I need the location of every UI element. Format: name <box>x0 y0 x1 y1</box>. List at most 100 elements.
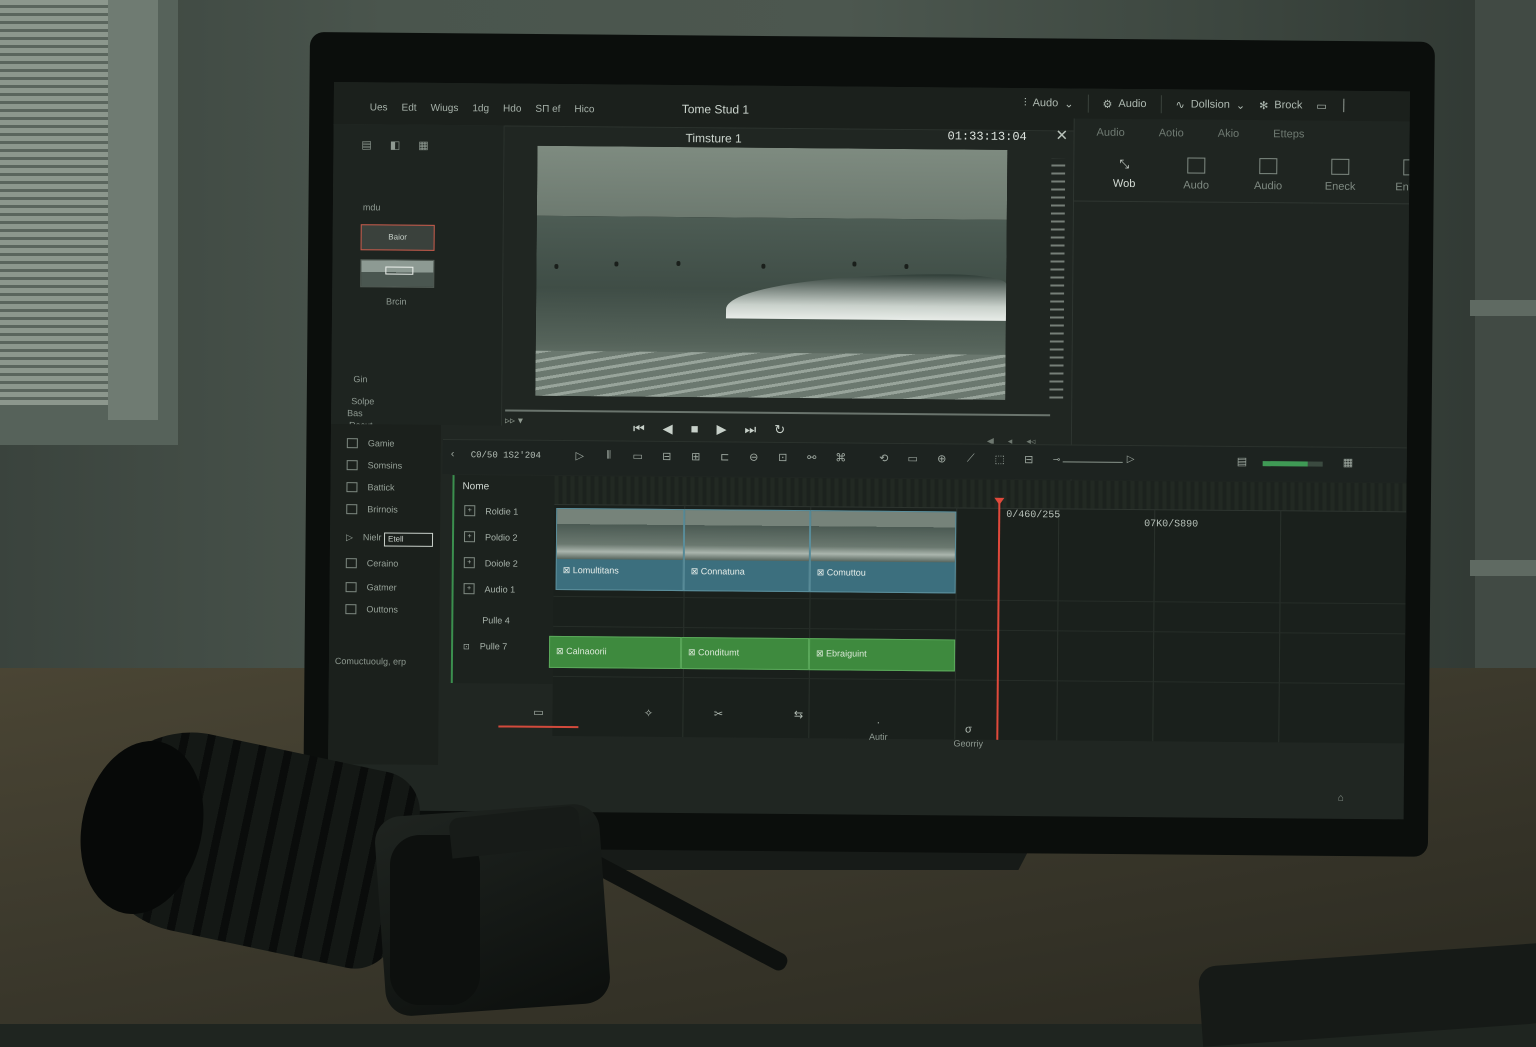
media-option[interactable]: Solpe <box>351 396 374 406</box>
flag-icon[interactable]: ⊟ <box>1022 453 1036 466</box>
step-back-icon[interactable]: ◀ <box>663 421 673 437</box>
monitor-icon[interactable]: ▭ <box>906 452 920 465</box>
grid-view-icon[interactable]: ◧ <box>390 138 401 151</box>
lock-icon[interactable]: ⊡ <box>463 642 470 651</box>
menu-item[interactable]: 1dg <box>472 103 489 114</box>
media-option[interactable]: Gin <box>353 374 367 384</box>
track-header[interactable]: Pulle 4 <box>463 615 510 625</box>
grid-line <box>1278 510 1282 743</box>
video-clip[interactable]: ⊠ Lomultitans <box>555 507 685 592</box>
viewer-scrollbar[interactable] <box>1049 158 1065 403</box>
clip-icon[interactable]: ▭ <box>631 450 645 463</box>
blade-icon[interactable]: ⟋ <box>964 453 978 466</box>
timeline-area[interactable]: ⊠ Lomultitans ⊠ Connatuna ⊠ Comuttou ⊠ C… <box>548 475 1407 744</box>
zoom-out-icon[interactable]: ⊸ <box>1053 454 1061 465</box>
track-header[interactable]: + Roldie 1 <box>464 505 518 517</box>
timeline-ruler[interactable] <box>554 475 1407 513</box>
link-icon[interactable]: ⚯ <box>805 451 819 464</box>
menu-item[interactable]: SΠ ef <box>535 104 560 115</box>
audio-clip[interactable]: ⊠ Conditumt <box>680 637 810 671</box>
menu-item[interactable]: Hdo <box>503 103 521 114</box>
globe-icon[interactable]: ⊕ <box>935 452 949 465</box>
list-item[interactable]: Gamie <box>346 438 394 449</box>
list-item[interactable]: Ceraino <box>345 558 398 569</box>
tab-edit[interactable]: ✂ <box>678 707 758 724</box>
track-header[interactable]: + Doiole 2 <box>463 557 518 569</box>
list-view-icon[interactable]: ▤ <box>361 138 372 151</box>
list-item[interactable]: Battick <box>346 482 395 493</box>
skip-to-end-icon[interactable]: ⏭ <box>744 422 756 438</box>
audio-clip[interactable]: ⊠ Ebraiguint <box>808 638 956 672</box>
track-header[interactable]: + Poldio 2 <box>463 531 518 543</box>
menu-item[interactable]: Ues <box>370 102 388 113</box>
track-header[interactable]: ⊡ Pulle 7 <box>463 641 507 651</box>
audio-clip[interactable]: ⊠ Calnaoorii <box>548 635 682 670</box>
loop-icon[interactable]: ⟲ <box>877 452 891 465</box>
replace-icon[interactable]: ⊡ <box>776 451 790 464</box>
track-toggle-icon[interactable]: + <box>463 557 475 569</box>
track-toggle-icon[interactable]: + <box>463 531 476 543</box>
play-icon[interactable]: ▶ <box>716 421 726 437</box>
tab-audio[interactable]: Audio <box>1097 127 1125 139</box>
list-item[interactable]: Somsins <box>346 460 402 471</box>
folder-icon[interactable]: ⊟ <box>660 450 674 463</box>
arrow-right-icon[interactable]: ▷ <box>1127 454 1135 465</box>
tab-media[interactable]: ▭ <box>498 705 579 729</box>
chevron-down-icon: ⌄ <box>1064 97 1074 110</box>
workspace-dropdown[interactable]: ⫶ Audo ⌄ <box>1024 97 1074 110</box>
audio-button[interactable]: ⚙ Audio <box>1102 97 1146 110</box>
track-header[interactable]: + Audio 1 <box>463 583 516 595</box>
video-clip[interactable]: ⊠ Comuttou <box>809 510 957 594</box>
marker-icon[interactable]: ⬚ <box>993 453 1007 466</box>
trim-icon[interactable]: ⫴ <box>602 449 616 462</box>
menu-item[interactable]: Hico <box>574 104 594 115</box>
video-clip[interactable]: ⊠ Connatuna <box>683 509 811 593</box>
list-item[interactable]: Outtons <box>345 604 398 615</box>
list-item[interactable]: Brirnois <box>346 504 398 515</box>
shelf-board <box>1470 300 1536 316</box>
tab-etteps[interactable]: Etteps <box>1273 128 1304 140</box>
insert-icon[interactable]: ⊏ <box>718 450 732 463</box>
overwrite-icon[interactable]: ⊖ <box>747 451 761 464</box>
loop-icon[interactable]: ↻ <box>774 422 785 438</box>
menu-item[interactable]: Edt <box>402 103 417 114</box>
track-toggle-icon[interactable]: + <box>463 583 475 595</box>
tab-akio[interactable]: Akio <box>1218 128 1240 140</box>
play-icon[interactable]: ▷ <box>573 449 587 462</box>
filter-input[interactable]: Etell <box>383 532 434 547</box>
tool-enfecc[interactable]: Enfecc <box>1392 159 1410 194</box>
detail-view-icon[interactable]: ▦ <box>418 139 429 152</box>
track-toggle-icon[interactable]: + <box>464 505 476 517</box>
menu-item[interactable]: Wiugs <box>431 103 459 114</box>
playhead-handle[interactable] <box>994 497 1005 505</box>
close-icon[interactable]: ✕ <box>1055 126 1068 144</box>
home-icon[interactable]: ⌂ <box>1338 793 1344 804</box>
tab-autir[interactable]: · Autir <box>838 716 918 742</box>
grid-icon[interactable]: ▦ <box>1343 456 1354 469</box>
timeline-view-icon[interactable]: ▤ <box>1237 455 1248 468</box>
tool-wob[interactable]: ⤡ Wob <box>1104 157 1144 191</box>
playback-speed-dropdown[interactable]: ▹▹ ▾ <box>505 416 523 427</box>
tool-audo[interactable]: Audo <box>1176 157 1216 192</box>
tool-eneck[interactable]: Eneck <box>1320 158 1360 193</box>
dollsion-dropdown[interactable]: ∿ Dollsion ⌄ <box>1175 98 1245 111</box>
tab-fusion[interactable]: ⇆ <box>758 708 838 725</box>
window-icon[interactable]: ▭ <box>1316 99 1327 112</box>
zoom-slider[interactable] <box>1062 461 1123 463</box>
tab-aotio[interactable]: Aotio <box>1159 127 1184 139</box>
tab-georriy[interactable]: σ Georriy <box>928 723 1008 749</box>
magnet-icon[interactable]: ⌘ <box>834 451 848 464</box>
split-icon[interactable]: ⊞ <box>689 450 703 463</box>
chevron-left-icon[interactable]: ‹ <box>451 448 455 460</box>
viewer-scrubber[interactable] <box>505 409 1051 417</box>
skip-to-start-icon[interactable]: ⏮ <box>633 421 645 437</box>
tool-audio[interactable]: Audio <box>1248 158 1288 192</box>
tab-cut[interactable]: ✧ <box>608 706 688 723</box>
playhead[interactable] <box>996 499 1001 740</box>
resize-handle[interactable]: │ <box>1341 100 1348 112</box>
list-item[interactable]: Gatmer <box>345 582 397 593</box>
stop-icon[interactable]: ■ <box>691 421 699 437</box>
media-thumbnail-selected[interactable]: Baior <box>360 224 435 251</box>
media-thumbnail[interactable] <box>360 259 435 288</box>
brock-button[interactable]: ✻ Brock <box>1259 99 1302 112</box>
